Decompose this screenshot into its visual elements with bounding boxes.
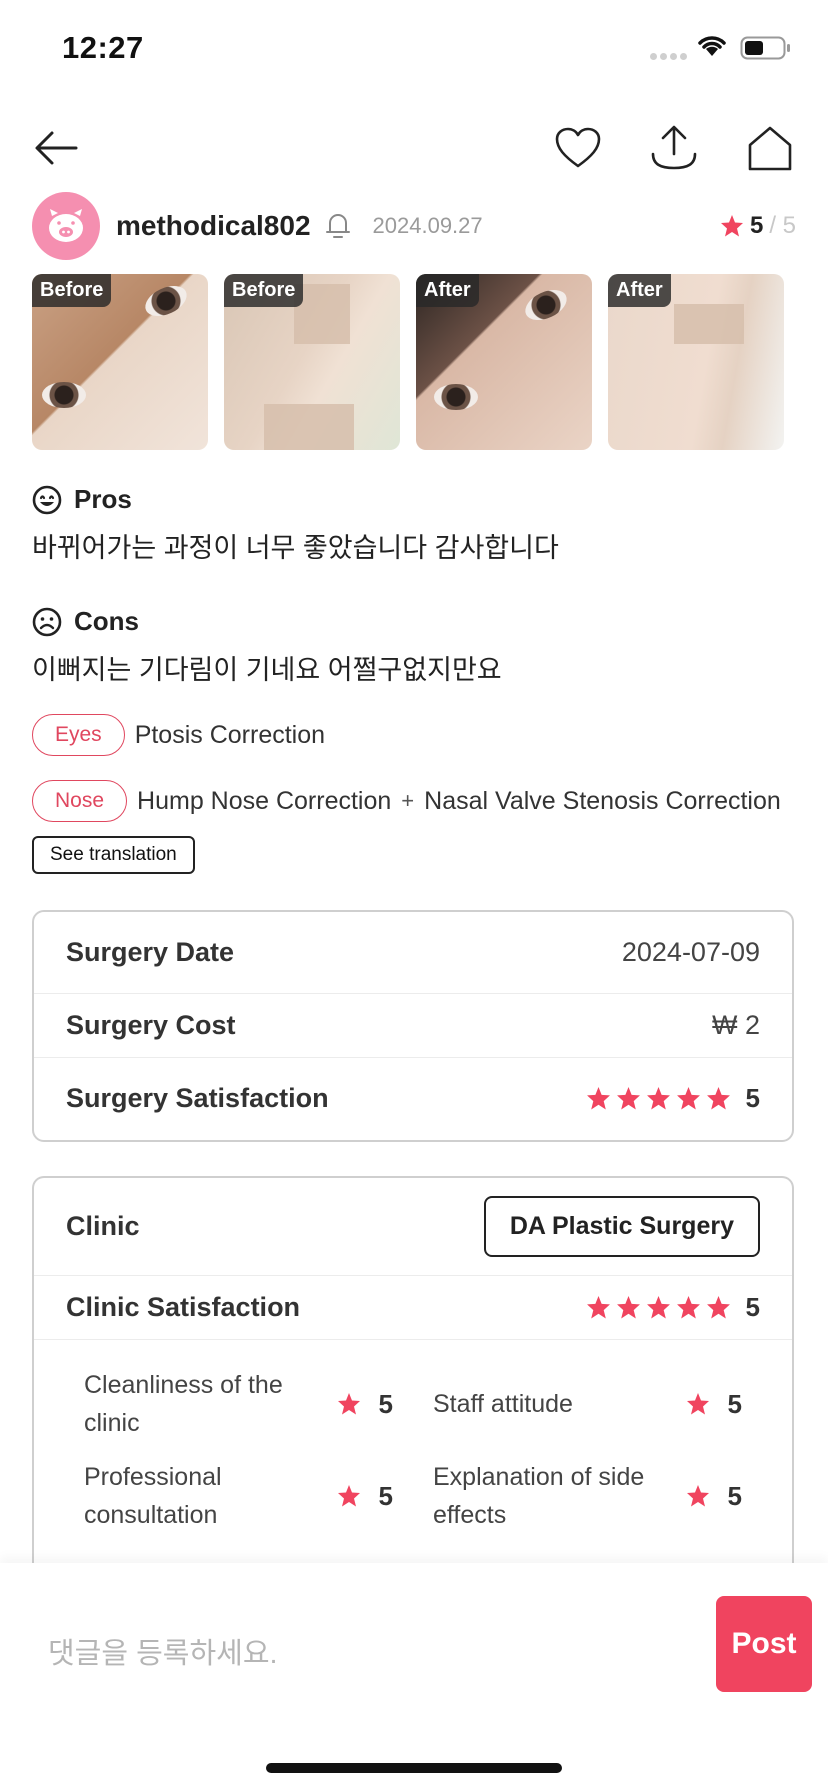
procedure-row-nose: Nose Hump Nose Correction + Nasal Valve … [32,780,781,822]
surgery-satisfaction-score: 5 [745,1082,760,1113]
surgery-satisfaction-row: Surgery Satisfaction 5 [34,1058,792,1138]
surgery-cost-value: ₩ 2 [711,1010,760,1040]
status-bar: 12:27 [0,0,828,100]
photo-tag: After [416,274,479,307]
battery-icon [740,36,790,60]
heart-icon[interactable] [548,118,608,178]
top-nav-bar [0,118,828,182]
star-icon [586,1296,610,1319]
plus-separator: + [401,788,415,813]
detail-rating-score: 5 [378,1480,393,1511]
post-button[interactable]: Post [716,1596,812,1692]
detail-rating-label: Staff attitude [433,1390,573,1418]
procedure-row-eyes: Eyes Ptosis Correction [32,714,325,756]
share-upload-icon[interactable] [644,118,704,178]
cellular-signal-icon [650,53,687,60]
category-pill-eyes[interactable]: Eyes [32,714,125,756]
surgery-cost-row: Surgery Cost ₩ 2 [34,994,792,1058]
pig-face-icon [49,209,83,242]
username[interactable]: methodical802 [116,210,311,242]
clinic-label: Clinic [66,1211,140,1241]
photo-gallery: Before Before After After [32,274,784,450]
detail-rating-item: Staff attitude 5 [433,1358,742,1450]
clinic-rating-details: Cleanliness of the clinic 5 Staff attitu… [34,1340,792,1552]
pros-text: 바뀌어가는 과정이 너무 좋았습니다 감사합니다 [32,533,559,563]
procedure-name: Ptosis Correction [134,720,326,749]
wifi-icon [698,36,726,56]
star-icon [616,1086,640,1109]
surgery-date-value: 2024-07-09 [621,937,760,967]
rating-value: 5 [749,212,764,239]
surgery-info-card: Surgery Date 2024-07-09 Surgery Cost ₩ 2… [32,910,794,1142]
post-date: 2024.09.27 [372,213,483,238]
surgery-satisfaction-label: Surgery Satisfaction [66,1082,329,1113]
avatar[interactable] [32,192,100,260]
detail-rating-score: 5 [378,1388,393,1419]
back-arrow-icon[interactable] [26,118,86,178]
smile-icon [32,485,62,514]
cons-heading: Cons [32,606,139,637]
star-icon [706,1296,730,1319]
clinic-satisfaction-label: Clinic Satisfaction [66,1292,301,1322]
photo-tag: Before [32,274,112,307]
rating-max: / 5 [769,212,796,239]
clinic-row: Clinic DA Plastic Surgery [34,1178,792,1276]
home-icon[interactable] [740,118,800,178]
procedure-name: Nasal Valve Stenosis Correction [424,786,781,815]
star-icon [676,1086,700,1109]
home-indicator[interactable] [266,1763,562,1773]
photo-thumbnail[interactable]: Before [224,274,400,450]
clinic-info-card: Clinic DA Plastic Surgery Clinic Satisfa… [32,1176,794,1596]
procedure-name: Hump Nose Correction [137,786,392,815]
clinic-satisfaction-score: 5 [745,1292,760,1322]
photo-tag: After [608,274,671,307]
cons-text: 이뻐지는 기다림이 기네요 어쩔구없지만요 [32,655,502,685]
detail-rating-item: Professional consultation 5 [84,1450,393,1542]
post-rating: 5 / 5 [720,212,796,240]
cons-label: Cons [74,606,139,636]
category-pill-nose[interactable]: Nose [32,780,128,822]
star-icon [616,1296,640,1319]
star-icon [706,1086,730,1109]
clinic-satisfaction-stars: 5 [586,1292,760,1323]
detail-rating-score: 5 [727,1480,742,1511]
detail-rating-label: Cleanliness of the clinic [84,1371,283,1437]
star-icon [337,1393,360,1415]
star-icon [646,1086,670,1109]
post-author-row: methodical802 2024.09.27 5 / 5 [32,192,796,260]
photo-thumbnail[interactable]: After [608,274,784,450]
detail-rating-item: Cleanliness of the clinic 5 [84,1358,393,1450]
bell-icon[interactable] [325,212,351,240]
pros-label: Pros [74,484,132,514]
see-translation-button[interactable]: See translation [32,836,195,874]
star-icon [646,1296,670,1319]
photo-thumbnail[interactable]: After [416,274,592,450]
detail-rating-label: Explanation of side effects [433,1463,645,1529]
pros-heading: Pros [32,484,132,515]
star-icon [686,1485,709,1507]
detail-rating-item: Explanation of side effects 5 [433,1450,742,1542]
status-time: 12:27 [62,30,144,65]
frown-icon [32,607,62,636]
surgery-date-label: Surgery Date [66,937,235,967]
photo-thumbnail[interactable]: Before [32,274,208,450]
comment-input[interactable] [48,1619,648,1689]
surgery-date-row: Surgery Date 2024-07-09 [34,912,792,994]
star-icon [686,1393,709,1415]
star-icon [720,215,743,237]
clinic-name-button[interactable]: DA Plastic Surgery [483,1196,760,1257]
clinic-satisfaction-row: Clinic Satisfaction 5 [34,1276,792,1340]
star-icon [586,1086,610,1109]
photo-tag: Before [224,274,304,307]
surgery-cost-label: Surgery Cost [66,1010,236,1040]
surgery-satisfaction-stars: 5 [586,1083,760,1114]
star-icon [676,1296,700,1319]
star-icon [337,1485,360,1507]
detail-rating-score: 5 [727,1388,742,1419]
detail-rating-label: Professional consultation [84,1463,222,1529]
comment-bar: Post [0,1563,828,1792]
